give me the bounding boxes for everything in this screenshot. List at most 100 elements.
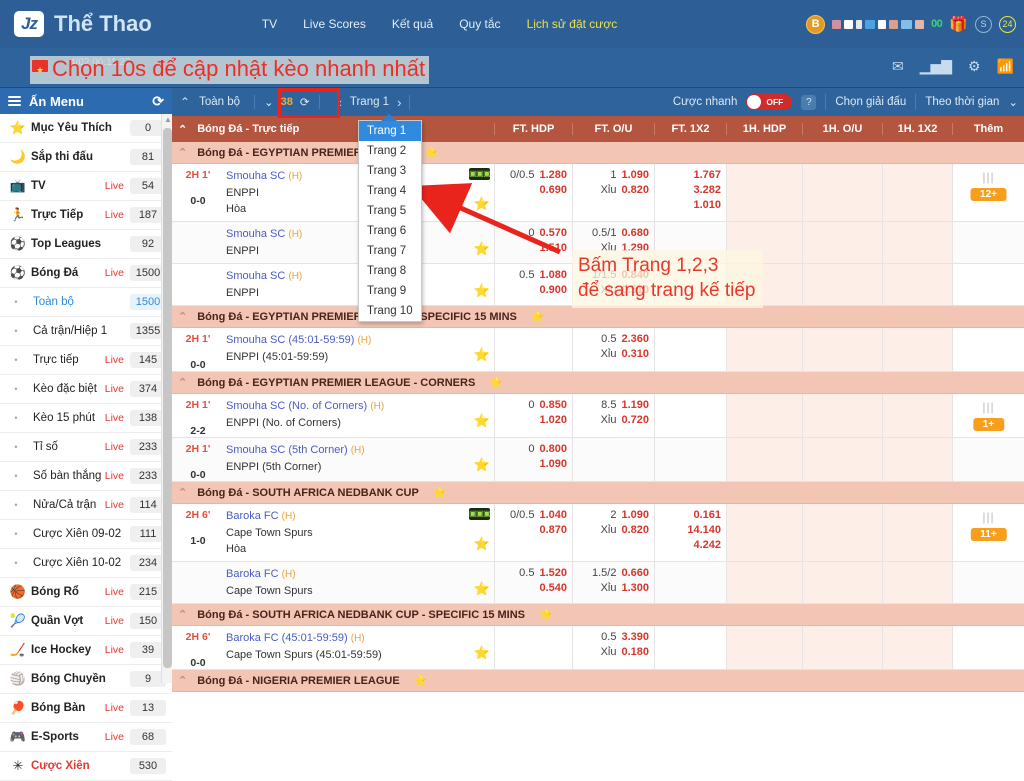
odds-cell[interactable]: 1 1.090 Xỉu 0.820	[572, 164, 654, 221]
odds-cell-1h-hdp[interactable]	[726, 164, 802, 221]
page-option-9[interactable]: Trang 9	[359, 281, 421, 301]
sidebar-item-15[interactable]: • Cược Xiên 10-02 234	[0, 549, 172, 578]
favorite-star-icon[interactable]: ⭐	[474, 347, 490, 363]
sidebar-item-19[interactable]: 🏐 Bóng Chuyền 9	[0, 665, 172, 694]
more-cell[interactable]: ||| 1+	[952, 394, 1024, 437]
page-option-2[interactable]: Trang 2	[359, 141, 421, 161]
league-header-3[interactable]: ⌃ Bóng Đá - SOUTH AFRICA NEDBANK CUP ⭐	[172, 482, 1024, 504]
sidebar-item-21[interactable]: 🎮 E-Sports Live 68	[0, 723, 172, 752]
chevron-down-icon[interactable]: ⌄	[264, 95, 274, 109]
chevron-up-icon[interactable]: ⌃	[178, 608, 187, 621]
odds-cell[interactable]: 1.5/2 0.660 Xỉu 1.300	[572, 562, 654, 603]
favorite-star-icon[interactable]: ⭐	[474, 241, 490, 257]
scrollbar-thumb[interactable]	[163, 128, 172, 668]
sidebar-item-18[interactable]: 🏒 Ice Hockey Live 39	[0, 636, 172, 665]
mail-icon[interactable]: ✉	[892, 58, 904, 75]
odds-cell[interactable]: 1.767 3.282 1.010	[654, 164, 726, 221]
chevron-left-icon[interactable]: ‹	[338, 95, 342, 110]
league-header-5[interactable]: ⌃ Bóng Đá - NIGERIA PREMIER LEAGUE ⭐	[172, 670, 1024, 692]
odds-cell-1h-hdp[interactable]	[726, 438, 802, 481]
favorite-star-icon[interactable]: ⭐	[474, 413, 490, 429]
odds-line[interactable]: 1.5/2 0.660	[573, 566, 649, 581]
odds-line[interactable]: Xỉu 0.820	[573, 523, 649, 538]
team-name[interactable]: Baroka FC (45:01-59:59) (H)	[226, 630, 494, 647]
page-option-4[interactable]: Trang 4	[359, 181, 421, 201]
more-cell[interactable]: ||| 12+	[952, 164, 1024, 221]
odds-cell[interactable]: 0 0.800 1.090	[494, 438, 572, 481]
chevron-up-icon[interactable]: ⌃	[178, 123, 187, 136]
sidebar-item-11[interactable]: • Tỉ số Live 233	[0, 433, 172, 462]
favorite-star-icon[interactable]: ⭐	[474, 645, 490, 661]
odds-cell[interactable]	[654, 438, 726, 481]
odds-cell[interactable]	[654, 394, 726, 437]
more-cell[interactable]	[952, 328, 1024, 371]
odds-cell-1h-1x2[interactable]	[882, 438, 952, 481]
odds-line[interactable]: 4.242	[655, 538, 721, 553]
team-name[interactable]: Baroka FC (H)	[226, 566, 494, 583]
odds-cell[interactable]: 0.5 2.360 Xỉu 0.310	[572, 328, 654, 371]
nav-live-scores[interactable]: Live Scores	[303, 17, 366, 31]
odds-line[interactable]: 14.140	[655, 523, 721, 538]
more-cell[interactable]	[952, 626, 1024, 669]
odds-line[interactable]: 0/0.5 1.280	[495, 168, 567, 183]
league-header-2[interactable]: ⌃ Bóng Đá - EGYPTIAN PREMIER LEAGUE - COR…	[172, 372, 1024, 394]
chevron-up-icon[interactable]: ⌃	[178, 674, 187, 687]
odds-line[interactable]: 1 1.090	[573, 168, 649, 183]
odds-cell[interactable]: 0 0.850 1.020	[494, 394, 572, 437]
favorite-star-icon[interactable]: ⭐	[414, 674, 428, 687]
more-badge[interactable]: 11+	[970, 528, 1007, 541]
sidebar-item-10[interactable]: • Kèo 15 phút Live 138	[0, 404, 172, 433]
wifi-icon[interactable]: 📶	[997, 58, 1014, 75]
odds-line[interactable]: 0 0.570	[495, 226, 567, 241]
team-name[interactable]: Smouha SC (No. of Corners) (H)	[226, 398, 494, 415]
tv-stream-icon[interactable]: ▣▣▣	[469, 168, 491, 180]
odds-cell-1h-1x2[interactable]	[882, 222, 952, 263]
odds-line[interactable]: 0.161	[655, 508, 721, 523]
sidebar-item-7[interactable]: • Cả trận/Hiệp 1 1355	[0, 317, 172, 346]
odds-cell-1h-ou[interactable]	[802, 222, 882, 263]
odds-cell-1h-hdp[interactable]	[726, 626, 802, 669]
odds-line[interactable]: 0.5 2.360	[573, 332, 649, 347]
sidebar-item-1[interactable]: 🌙 Sắp thi đấu 81	[0, 143, 172, 172]
gear-icon[interactable]: ⚙	[968, 58, 981, 75]
favorite-star-icon[interactable]: ⭐	[489, 376, 503, 389]
sidebar-item-13[interactable]: • Nửa/Cả trận Live 114	[0, 491, 172, 520]
scroll-up-icon[interactable]: ▲	[164, 115, 172, 124]
sidebar-header[interactable]: Ấn Menu ⟳	[0, 88, 172, 114]
nav-results[interactable]: Kết quả	[392, 17, 433, 31]
more-badge[interactable]: 1+	[972, 418, 1005, 431]
page-dropdown[interactable]: Trang 1 Trang 2 Trang 3 Trang 4 Trang 5 Trang…	[358, 114, 422, 322]
odds-cell[interactable]: 0.161 14.140 4.242	[654, 504, 726, 561]
more-cell[interactable]	[952, 222, 1024, 263]
odds-line[interactable]: Xỉu 0.310	[573, 347, 649, 362]
quickbet-toggle[interactable]: OFF	[746, 94, 793, 110]
brand[interactable]: Jz Thể Thao	[14, 11, 152, 37]
team-name[interactable]: Smouha SC (45:01-59:59) (H)	[226, 332, 494, 349]
odds-cell-1h-hdp[interactable]	[726, 394, 802, 437]
favorite-star-icon[interactable]: ⭐	[469, 196, 490, 212]
more-cell[interactable]	[952, 438, 1024, 481]
section-title-cell[interactable]: ⌃ Bóng Đá - Trực tiếp	[172, 123, 494, 136]
chevron-up-icon[interactable]: ⌃	[180, 95, 190, 109]
sidebar-item-12[interactable]: • Số bàn thắng Live 233	[0, 462, 172, 491]
odds-line[interactable]: Xỉu 0.820	[573, 183, 649, 198]
page-option-6[interactable]: Trang 6	[359, 221, 421, 241]
sidebar-scrollbar[interactable]: ▲	[161, 114, 172, 683]
match-row[interactable]: Baroka FC (H) Cape Town Spurs ⭐ 0.5 1.520 0.5…	[172, 562, 1024, 604]
odds-line[interactable]: 2 1.090	[573, 508, 649, 523]
odds-line[interactable]: 0.5 1.520	[495, 566, 567, 581]
favorite-star-icon[interactable]: ⭐	[474, 581, 490, 597]
more-cell[interactable]	[952, 264, 1024, 305]
chevron-up-icon[interactable]: ⌃	[178, 146, 187, 159]
odds-cell[interactable]	[654, 328, 726, 371]
odds-line[interactable]: 3.282	[655, 183, 721, 198]
team-name[interactable]: Baroka FC (H)	[226, 508, 494, 525]
odds-cell-1h-1x2[interactable]	[882, 626, 952, 669]
sidebar-item-5[interactable]: ⚽ Bóng Đá Live 1500	[0, 259, 172, 288]
favorite-star-icon[interactable]: ⭐	[539, 608, 553, 621]
odds-line[interactable]: Xỉu 1.300	[573, 581, 649, 596]
nav-bet-history[interactable]: Lịch sử đặt cược	[527, 17, 618, 31]
stats-icon[interactable]: ▁▅▇	[920, 58, 952, 75]
match-row[interactable]: 2H 1' 2-2 Smouha SC (No. of Corners) (H) EN…	[172, 394, 1024, 438]
page-option-7[interactable]: Trang 7	[359, 241, 421, 261]
